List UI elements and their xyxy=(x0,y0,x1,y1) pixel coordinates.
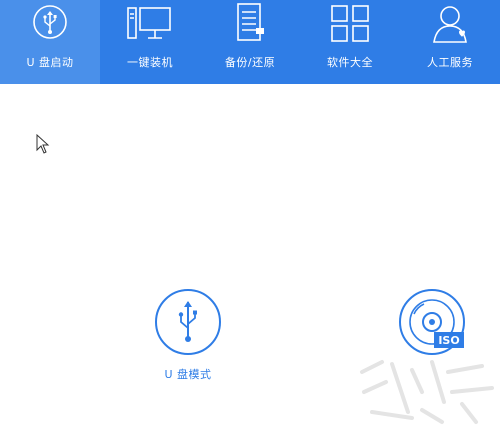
customer-service-person-icon xyxy=(426,2,474,50)
iso-badge-text: ISO xyxy=(438,334,459,347)
nav-tab-manual-service[interactable]: 人工服务 xyxy=(400,0,500,84)
backup-document-icon xyxy=(226,2,274,50)
usb-icon xyxy=(26,2,74,50)
usb-mode-label: U 盘模式 xyxy=(164,368,212,381)
desktop-computer-icon xyxy=(126,2,174,50)
top-navigation-bar: U 盘启动 一键装机 备份/还原 软件大全 人工服务 xyxy=(0,0,500,84)
usb-mode-option[interactable]: U 盘模式 xyxy=(154,288,222,382)
nav-tab-label: 软件大全 xyxy=(327,56,373,69)
nav-tab-usb-boot[interactable]: U 盘启动 xyxy=(0,0,100,84)
iso-disc-icon: ISO xyxy=(398,288,466,356)
mouse-pointer-icon xyxy=(36,133,50,154)
usb-circle-icon xyxy=(154,288,222,356)
nav-tab-label: U 盘启动 xyxy=(26,56,74,69)
nav-tab-software-collection[interactable]: 软件大全 xyxy=(300,0,400,84)
watermark xyxy=(352,352,500,429)
nav-tab-backup-restore[interactable]: 备份/还原 xyxy=(200,0,300,84)
nav-tab-label: 人工服务 xyxy=(427,56,473,69)
nav-tab-label: 一键装机 xyxy=(127,56,173,69)
nav-tab-one-click-install[interactable]: 一键装机 xyxy=(100,0,200,84)
app-grid-icon xyxy=(326,2,374,50)
nav-tab-label: 备份/还原 xyxy=(224,56,276,69)
